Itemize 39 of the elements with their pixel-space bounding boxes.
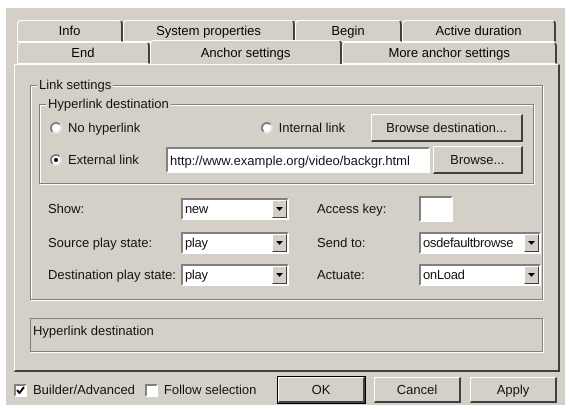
dropdown[interactable]: osdefaultbrowse [419,232,541,254]
input-field[interactable] [419,196,453,222]
tab[interactable]: Anchor settings [150,40,342,64]
checkmark-icon [16,386,25,394]
tab[interactable]: More anchor settings [342,42,557,64]
browse-button[interactable]: Browse... [432,146,523,174]
field-label: Actuate: [317,266,366,284]
radio-label: Internal link [278,119,346,138]
tab[interactable]: Begin [295,20,402,42]
tab[interactable]: Active duration [402,20,556,42]
dropdown[interactable]: new [181,198,289,220]
radio-button[interactable] [260,122,273,134]
tab[interactable]: End [17,42,150,64]
field-label: Show: [48,200,86,218]
url-field[interactable]: http://www.example.org/video/backgr.html [166,147,430,173]
radio-button[interactable] [50,122,62,134]
dropdown[interactable]: play [181,232,289,254]
radio-label: No hyperlink [68,119,140,138]
radio-label: External link [68,151,139,170]
group-title: Hyperlink destination [46,96,171,112]
checkbox-label: Follow selection [164,381,256,400]
group-title: Link settings [37,77,114,93]
dialog-button[interactable]: OK [278,377,365,403]
tab[interactable]: Info [17,20,123,42]
tab[interactable]: System properties [123,20,295,42]
field-label: Source play state: [48,234,154,252]
checkbox[interactable] [14,384,27,396]
dialog-button[interactable]: Apply [470,377,557,403]
field-label: Access key: [317,200,388,218]
dialog-button[interactable]: Cancel [374,377,461,403]
field-label: Send to: [317,234,366,252]
dropdown[interactable]: play [181,264,289,286]
checkbox[interactable] [144,384,158,396]
field-label: Destination play state: [48,266,177,284]
dropdown[interactable]: onLoad [419,264,541,286]
browse-destination-button[interactable]: Browse destination... [370,114,523,142]
radio-button[interactable] [50,154,62,166]
checkbox-label: Builder/Advanced [33,381,135,400]
description-text: Hyperlink destination [33,323,154,338]
